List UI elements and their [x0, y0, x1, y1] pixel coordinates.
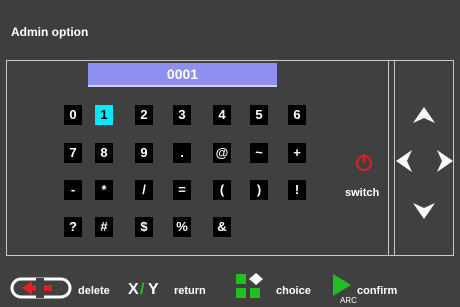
switch-label: switch	[345, 187, 380, 199]
keypad-key[interactable]: $	[135, 217, 153, 237]
xy-slash: /	[140, 281, 145, 298]
keypad-key[interactable]: 1	[95, 105, 113, 125]
delete-icon[interactable]	[10, 277, 72, 299]
keypad-key[interactable]: &	[213, 217, 231, 237]
divider	[388, 61, 389, 255]
keypad-key[interactable]: !	[288, 180, 306, 200]
power-icon[interactable]	[354, 152, 374, 172]
keypad-key[interactable]: -	[64, 180, 82, 200]
keypad-key[interactable]: 0	[64, 105, 82, 125]
keypad-key[interactable]: )	[250, 180, 268, 200]
delete-label: delete	[78, 285, 110, 297]
keypad-key[interactable]: ?	[64, 217, 82, 237]
keypad-key[interactable]: =	[173, 180, 191, 200]
arrow-down-icon[interactable]	[411, 201, 437, 221]
keypad-key[interactable]: 8	[95, 143, 113, 163]
keypad-key[interactable]: /	[135, 180, 153, 200]
keypad-key[interactable]: 6	[288, 105, 306, 125]
arrow-up-icon[interactable]	[411, 105, 437, 125]
arc-label: ARC	[340, 296, 357, 305]
arrow-left-icon[interactable]	[394, 148, 414, 174]
keypad-key[interactable]: 7	[64, 143, 82, 163]
keypad-key[interactable]: 9	[135, 143, 153, 163]
keypad-key[interactable]: .	[173, 143, 191, 163]
keypad-key[interactable]: %	[173, 217, 191, 237]
choice-label: choice	[276, 285, 311, 297]
keypad-key[interactable]: +	[288, 143, 306, 163]
choice-icon[interactable]	[235, 272, 265, 302]
keypad-key[interactable]: 2	[135, 105, 153, 125]
return-label: return	[174, 285, 206, 297]
keypad-key[interactable]: ~	[250, 143, 268, 163]
keypad-key[interactable]: 3	[173, 105, 191, 125]
code-display: 0001	[88, 63, 277, 87]
x-label: X	[128, 281, 139, 298]
footer-bar: delete X / Y return choice confirm ARC	[0, 268, 460, 307]
keypad-key[interactable]: @	[213, 143, 231, 163]
keypad-key[interactable]: #	[95, 217, 113, 237]
y-label: Y	[148, 281, 159, 298]
keypad-key[interactable]: (	[213, 180, 231, 200]
confirm-label: confirm	[357, 285, 398, 297]
code-value: 0001	[166, 66, 199, 82]
main-panel: 0001 0 1 2 3 4 5 6 7 8 9. @ ~ + - * / = ()!? # $% & switch	[6, 60, 454, 256]
keypad-key[interactable]: *	[95, 180, 113, 200]
keypad-key[interactable]: 4	[213, 105, 231, 125]
keypad-key[interactable]: 5	[250, 105, 268, 125]
title-bar: Admin option	[0, 0, 460, 58]
confirm-icon[interactable]	[331, 272, 353, 298]
arrow-right-icon[interactable]	[435, 148, 455, 174]
page-title: Admin option	[11, 25, 89, 39]
